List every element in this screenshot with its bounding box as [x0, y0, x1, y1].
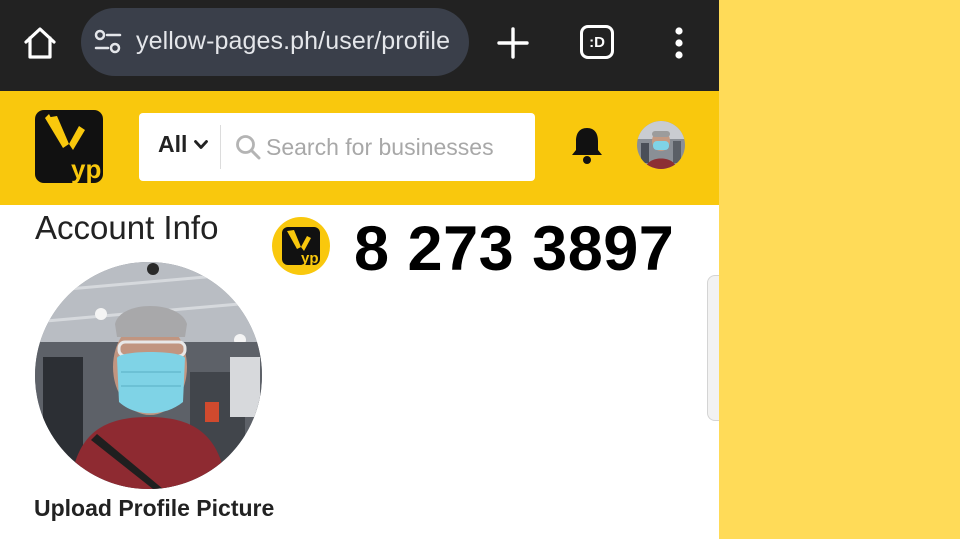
- yp-badge-icon: yp: [272, 217, 330, 275]
- site-header: yp All: [0, 91, 719, 205]
- side-scroll-handle[interactable]: [707, 275, 719, 421]
- avatar[interactable]: [637, 121, 685, 169]
- bell-icon[interactable]: [569, 125, 605, 165]
- profile-picture[interactable]: [35, 262, 262, 489]
- home-icon: [24, 27, 56, 59]
- site-settings-icon[interactable]: [93, 28, 123, 56]
- page-title: Account Info: [35, 209, 219, 246]
- address-bar[interactable]: yellow-pages.ph/user/profile: [81, 8, 469, 76]
- search-category-select[interactable]: All: [158, 131, 187, 158]
- logo-text: yp: [71, 154, 101, 183]
- phone-screen: yellow-pages.ph/user/profile :D yp All S…: [0, 0, 719, 539]
- upload-profile-picture-link[interactable]: Upload Profile Picture: [34, 495, 274, 522]
- browser-menu-button[interactable]: [664, 24, 694, 62]
- tabs-count: :D: [589, 33, 605, 51]
- phone-number: 8 273 3897: [354, 214, 675, 284]
- home-button[interactable]: [22, 26, 58, 60]
- search-divider: [220, 125, 221, 169]
- browser-toolbar: yellow-pages.ph/user/profile :D: [0, 0, 719, 91]
- chevron-down-icon[interactable]: [194, 140, 208, 150]
- search-icon: [236, 135, 261, 160]
- account-content: Account Info yp 8 273 3897 Upload Profil…: [0, 205, 719, 539]
- side-panel: [719, 0, 960, 539]
- tabs-button[interactable]: :D: [580, 25, 614, 59]
- new-tab-button[interactable]: [494, 24, 532, 62]
- search-bar: All: [139, 113, 535, 181]
- more-vertical-icon: [675, 27, 683, 59]
- plus-icon: [497, 27, 529, 59]
- url-text[interactable]: yellow-pages.ph/user/profile: [136, 27, 450, 56]
- search-input[interactable]: [266, 128, 528, 166]
- badge-text: yp: [301, 250, 319, 267]
- yp-logo[interactable]: yp: [35, 110, 103, 184]
